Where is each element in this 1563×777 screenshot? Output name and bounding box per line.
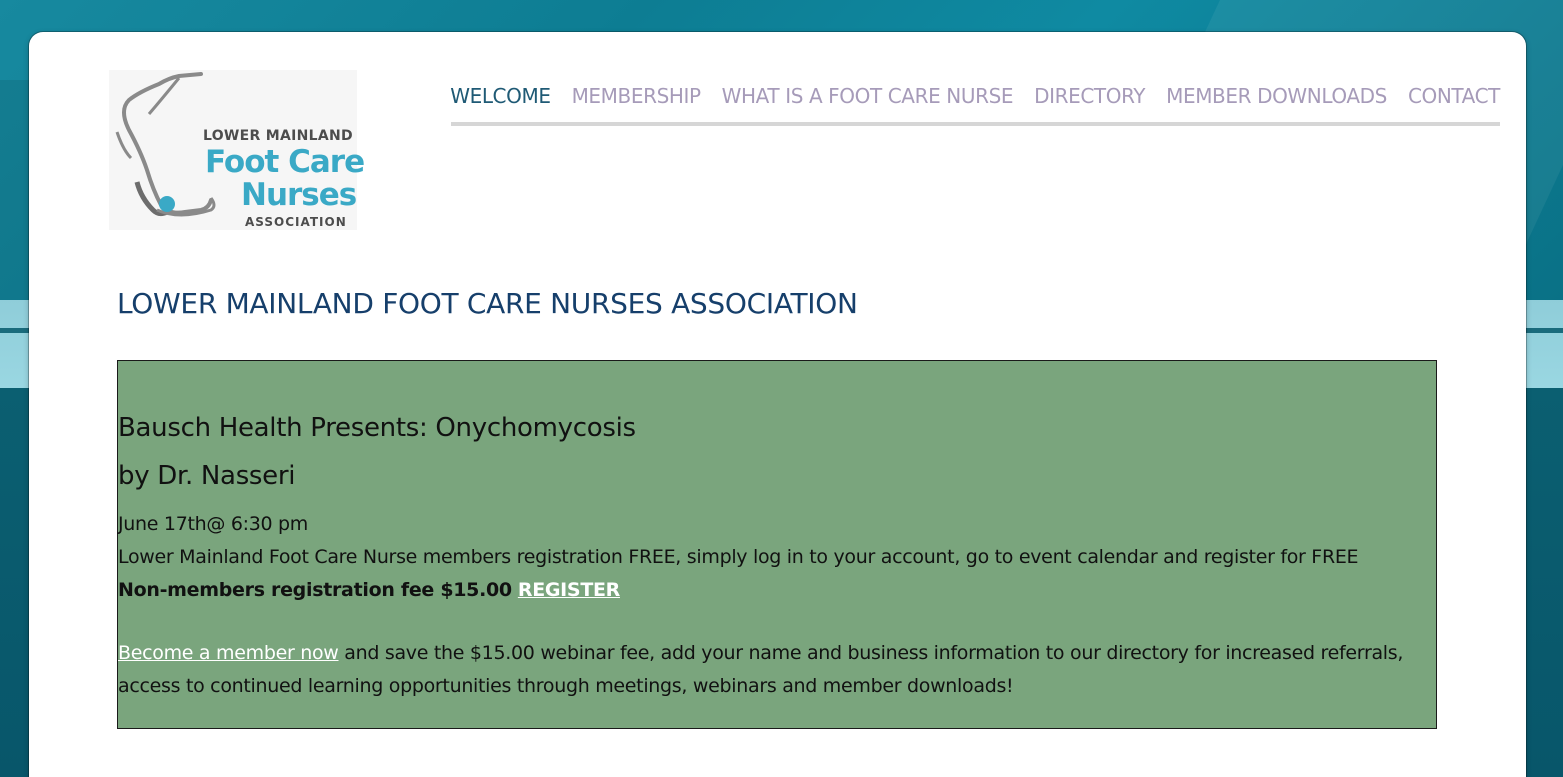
site-logo[interactable]: LOWER MAINLAND Foot Care Nurses ASSOCIAT… <box>109 70 365 230</box>
logo-text-bottom: ASSOCIATION <box>245 215 347 229</box>
page-title: LOWER MAINLAND FOOT CARE NURSES ASSOCIAT… <box>117 287 858 320</box>
event-date: June 17th@ 6:30 pm <box>118 513 308 535</box>
become-member-link[interactable]: Become a member now <box>118 642 339 664</box>
logo-text-main: Foot Care <box>205 144 365 180</box>
nav-item-membership[interactable]: MEMBERSHIP <box>572 84 702 108</box>
nav-item-member-downloads[interactable]: MEMBER DOWNLOADS <box>1166 84 1387 108</box>
nonmember-fee: Non-members registration fee $15.00 REGIS… <box>118 579 620 601</box>
membership-promo: Become a member now and save the $15.00 … <box>118 637 1418 703</box>
main-navigation: WELCOME MEMBERSHIP WHAT IS A FOOT CARE N… <box>450 84 1500 126</box>
register-link[interactable]: REGISTER <box>518 579 620 601</box>
content-card: LOWER MAINLAND Foot Care Nurses ASSOCIAT… <box>29 32 1526 777</box>
event-announcement: Bausch Health Presents: Onychomycosis by… <box>117 360 1437 729</box>
logo-text-main-second: Nurses <box>241 177 357 213</box>
nav-item-what-is-a-foot-care-nurse[interactable]: WHAT IS A FOOT CARE NURSE <box>722 84 1014 108</box>
event-presenter: by Dr. Nasseri <box>118 461 296 491</box>
member-registration-note: Lower Mainland Foot Care Nurse members r… <box>118 546 1359 568</box>
nav-item-directory[interactable]: DIRECTORY <box>1034 84 1145 108</box>
nonmember-fee-text: Non-members registration fee $15.00 <box>118 579 512 601</box>
nav-item-contact[interactable]: CONTACT <box>1408 84 1500 108</box>
nav-item-welcome[interactable]: WELCOME <box>450 84 551 108</box>
logo-text-top: LOWER MAINLAND <box>203 128 353 144</box>
event-title: Bausch Health Presents: Onychomycosis <box>118 413 636 443</box>
